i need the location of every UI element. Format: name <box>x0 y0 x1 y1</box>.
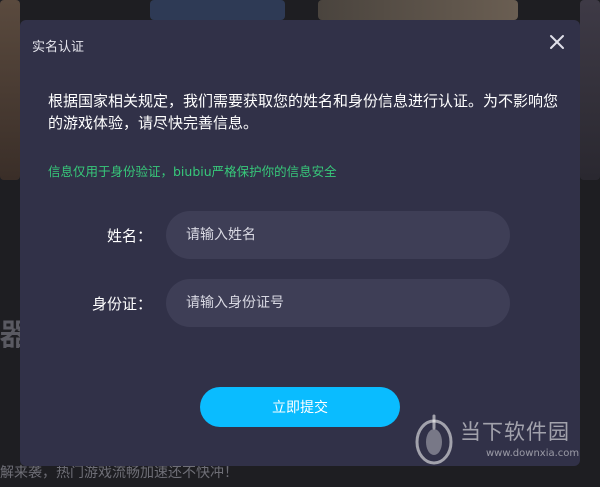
watermark-name: 当下软件园 <box>460 420 570 444</box>
name-input[interactable] <box>166 211 510 259</box>
id-number-input[interactable] <box>166 279 510 327</box>
notice-text: 根据国家相关规定，我们需要获取您的姓名和身份信息进行认证。为不影响您的游戏体验，… <box>48 92 559 132</box>
id-number-row: 身份证： <box>20 279 580 327</box>
close-icon <box>550 35 564 49</box>
submit-button[interactable]: 立即提交 <box>200 387 400 427</box>
background-game-card <box>0 0 20 180</box>
name-row: 姓名： <box>20 211 580 259</box>
background-game-card <box>580 0 600 180</box>
dialog-title: 实名认证 <box>32 40 85 55</box>
background-game-card <box>318 0 518 20</box>
background-game-card <box>150 0 285 20</box>
real-name-auth-dialog: 实名认证 根据国家相关规定，我们需要获取您的姓名和身份信息进行认证。为不影响您的… <box>20 20 580 466</box>
privacy-note: 信息仅用于身份验证，biubiu严格保护你的信息安全 <box>48 164 337 179</box>
watermark: 当下软件园 www.downxia.com <box>412 412 582 468</box>
background-heading: 器工 <box>0 318 20 353</box>
name-label: 姓名： <box>106 227 152 245</box>
close-button[interactable] <box>548 33 566 51</box>
id-number-label: 身份证： <box>91 295 152 313</box>
watermark-url: www.downxia.com <box>486 448 580 459</box>
downxia-logo-icon <box>415 414 453 465</box>
